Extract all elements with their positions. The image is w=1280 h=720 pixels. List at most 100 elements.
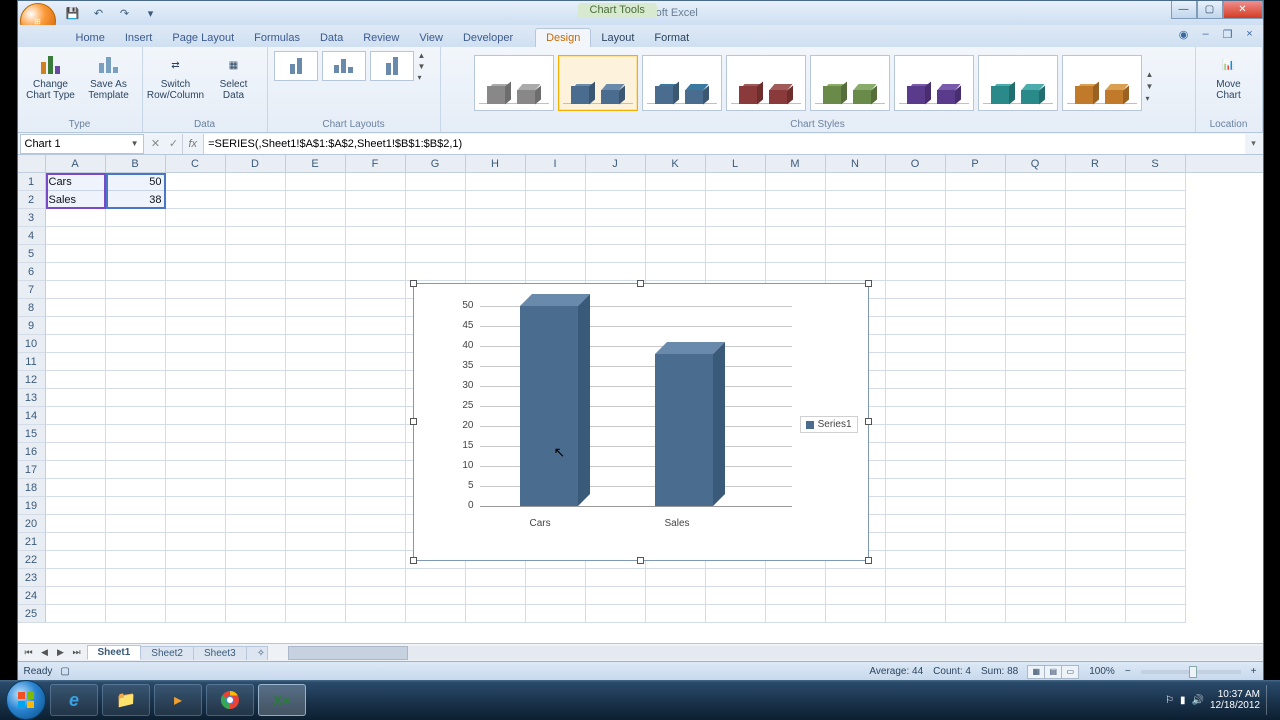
embedded-chart[interactable]: 05101520253035404550CarsSales Series1 ↖ xyxy=(413,283,869,561)
cell[interactable] xyxy=(706,227,766,245)
cell[interactable] xyxy=(286,209,346,227)
cell[interactable] xyxy=(1126,317,1186,335)
cell[interactable] xyxy=(346,479,406,497)
cell[interactable] xyxy=(226,245,286,263)
cell[interactable] xyxy=(946,263,1006,281)
row-header[interactable]: 3 xyxy=(18,209,46,227)
row-header[interactable]: 21 xyxy=(18,533,46,551)
cell[interactable]: Sales xyxy=(46,191,106,209)
style-thumb[interactable] xyxy=(642,55,722,111)
cell[interactable] xyxy=(1006,209,1066,227)
cell[interactable] xyxy=(286,371,346,389)
cell[interactable] xyxy=(286,479,346,497)
cell[interactable] xyxy=(886,407,946,425)
cell[interactable] xyxy=(886,227,946,245)
cell[interactable] xyxy=(946,605,1006,623)
cell[interactable] xyxy=(1126,191,1186,209)
column-header[interactable]: A xyxy=(46,155,106,172)
cell[interactable] xyxy=(946,461,1006,479)
style-thumb[interactable] xyxy=(978,55,1058,111)
cell[interactable] xyxy=(286,191,346,209)
cell[interactable] xyxy=(166,587,226,605)
cell[interactable] xyxy=(586,245,646,263)
row-header[interactable]: 24 xyxy=(18,587,46,605)
cell[interactable] xyxy=(526,569,586,587)
cell[interactable] xyxy=(106,281,166,299)
cell[interactable] xyxy=(46,389,106,407)
name-box[interactable]: Chart 1▼ xyxy=(20,134,144,154)
cell[interactable] xyxy=(46,245,106,263)
cell[interactable] xyxy=(346,335,406,353)
cell[interactable] xyxy=(1066,335,1126,353)
cell[interactable] xyxy=(166,353,226,371)
cell[interactable] xyxy=(1126,389,1186,407)
cell[interactable] xyxy=(826,191,886,209)
cell[interactable] xyxy=(286,353,346,371)
cell[interactable] xyxy=(286,299,346,317)
cell[interactable] xyxy=(286,587,346,605)
cell[interactable] xyxy=(1126,551,1186,569)
tab-review[interactable]: Review xyxy=(353,29,409,47)
cell[interactable] xyxy=(346,515,406,533)
tab-design[interactable]: Design xyxy=(535,28,591,47)
cell[interactable] xyxy=(166,263,226,281)
cell[interactable] xyxy=(346,389,406,407)
system-tray[interactable]: ⚐ ▮ 🔊 10:37 AM12/18/2012 xyxy=(1165,680,1274,720)
chart-bar[interactable] xyxy=(520,306,578,506)
chart-bar[interactable] xyxy=(655,354,713,506)
cell[interactable] xyxy=(226,173,286,191)
gallery-more-icon[interactable]: ▾ xyxy=(418,73,432,82)
cell[interactable] xyxy=(1066,173,1126,191)
cell[interactable] xyxy=(1066,533,1126,551)
style-thumb[interactable] xyxy=(474,55,554,111)
cell[interactable] xyxy=(826,587,886,605)
cell[interactable] xyxy=(526,263,586,281)
cell[interactable] xyxy=(1066,209,1126,227)
cell[interactable] xyxy=(46,569,106,587)
cell[interactable] xyxy=(46,443,106,461)
cell[interactable] xyxy=(226,533,286,551)
cell[interactable] xyxy=(346,587,406,605)
cell[interactable] xyxy=(646,227,706,245)
cell[interactable] xyxy=(106,353,166,371)
tab-formulas[interactable]: Formulas xyxy=(244,29,310,47)
row-header[interactable]: 12 xyxy=(18,371,46,389)
cell[interactable] xyxy=(586,173,646,191)
zoom-level[interactable]: 100% xyxy=(1089,666,1115,677)
cell[interactable] xyxy=(406,191,466,209)
cell[interactable] xyxy=(346,443,406,461)
cell[interactable] xyxy=(1006,389,1066,407)
row-header[interactable]: 25 xyxy=(18,605,46,623)
cell[interactable] xyxy=(526,245,586,263)
cell[interactable] xyxy=(1066,497,1126,515)
cell[interactable] xyxy=(946,407,1006,425)
new-sheet-button[interactable]: ✧ xyxy=(246,646,268,660)
row-header[interactable]: 19 xyxy=(18,497,46,515)
cell[interactable] xyxy=(1066,479,1126,497)
cell[interactable] xyxy=(886,533,946,551)
layout-thumb[interactable] xyxy=(274,51,318,81)
cell[interactable] xyxy=(886,191,946,209)
cell[interactable] xyxy=(1006,479,1066,497)
cell[interactable] xyxy=(106,227,166,245)
cell[interactable] xyxy=(46,299,106,317)
minimize-button[interactable]: — xyxy=(1171,1,1197,19)
cell[interactable] xyxy=(886,605,946,623)
cell[interactable] xyxy=(166,317,226,335)
cell[interactable] xyxy=(1006,533,1066,551)
cell[interactable] xyxy=(406,569,466,587)
cell[interactable] xyxy=(826,605,886,623)
cell[interactable] xyxy=(166,389,226,407)
cell[interactable] xyxy=(766,569,826,587)
cell[interactable] xyxy=(166,533,226,551)
cell[interactable] xyxy=(1066,299,1126,317)
cell[interactable] xyxy=(886,443,946,461)
fx-icon[interactable]: fx xyxy=(182,134,205,154)
resize-handle[interactable] xyxy=(637,557,644,564)
cell[interactable] xyxy=(706,191,766,209)
cell[interactable] xyxy=(226,407,286,425)
cell[interactable] xyxy=(106,515,166,533)
cell[interactable] xyxy=(586,227,646,245)
maximize-button[interactable]: ▢ xyxy=(1197,1,1223,19)
cell[interactable] xyxy=(1126,497,1186,515)
